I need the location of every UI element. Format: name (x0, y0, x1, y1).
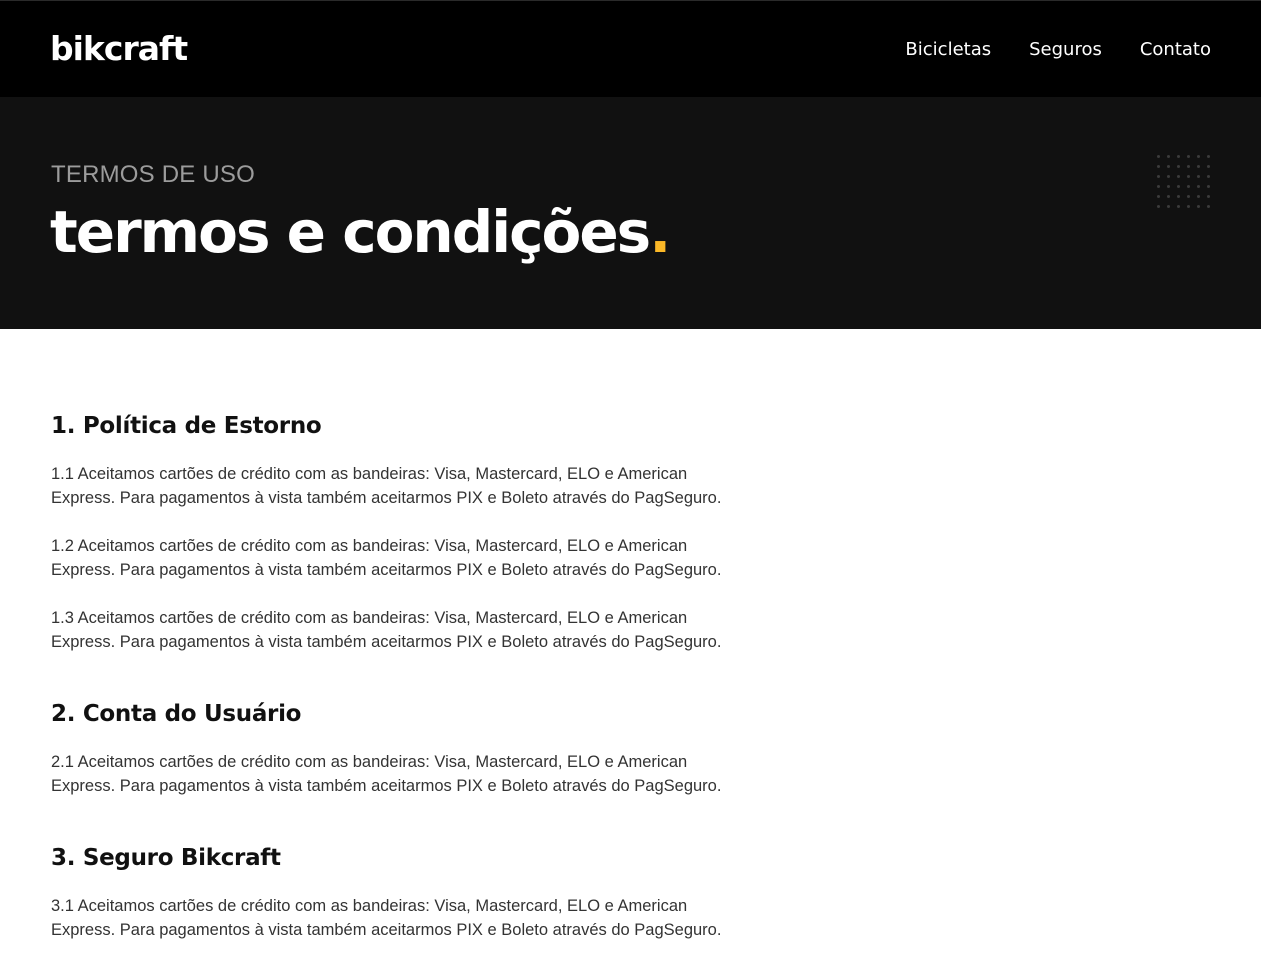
nav-link-contato[interactable]: Contato (1140, 38, 1211, 62)
logo-link[interactable]: bikcraft (50, 29, 188, 69)
section-paragraph: 3.1 Aceitamos cartões de crédito com as … (51, 897, 722, 939)
main-nav: Bicicletas Seguros Contato (867, 38, 1211, 62)
page-title-text: termos e condições (50, 198, 651, 266)
section-heading: 1. Política de Estorno (51, 413, 322, 439)
site-header: bikcraft Bicicletas Seguros Contato (0, 0, 1261, 97)
section-paragraph: 1.1 Aceitamos cartões de crédito com as … (51, 465, 722, 507)
title-accent-dot: . (649, 198, 671, 266)
nav-link-seguros[interactable]: Seguros (1029, 38, 1102, 62)
dot-pattern-decoration (1157, 155, 1213, 211)
page-subtitle: TERMOS DE USO (51, 161, 255, 188)
section-heading: 2. Conta do Usuário (51, 701, 302, 727)
section-heading: 3. Seguro Bikcraft (51, 845, 281, 871)
page-title: termos e condições. (50, 197, 671, 267)
section-paragraph: 1.2 Aceitamos cartões de crédito com as … (51, 537, 722, 579)
terms-section: 2. Conta do Usuário 2.1 Aceitamos cartõe… (51, 698, 731, 822)
terms-section: 1. Política de Estorno 1.1 Aceitamos car… (51, 410, 731, 678)
section-paragraph: 1.3 Aceitamos cartões de crédito com as … (51, 609, 722, 651)
section-paragraph: 2.1 Aceitamos cartões de crédito com as … (51, 753, 722, 795)
terms-section: 3. Seguro Bikcraft 3.1 Aceitamos cartões… (51, 842, 731, 966)
nav-link-bicicletas[interactable]: Bicicletas (905, 38, 991, 62)
page-hero: TERMOS DE USO termos e condições. (0, 97, 1261, 329)
